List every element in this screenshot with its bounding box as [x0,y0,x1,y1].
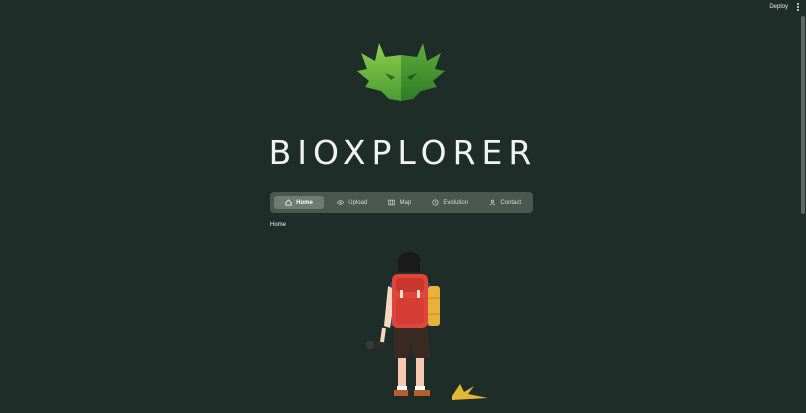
clock-icon [432,199,439,206]
hiker-illustration [366,251,488,400]
breadcrumb: Home [270,222,287,228]
nav-item-label: Map [399,199,412,206]
scrollbar[interactable] [801,16,805,214]
nav-item-label: Upload [348,199,368,206]
nav-item-label: Home [296,199,313,206]
nav-item-home[interactable]: Home [274,196,324,209]
map-icon [388,199,396,206]
top-toolbar: Deploy [769,0,806,14]
home-icon [285,199,292,206]
person-icon [489,199,496,206]
brand-title: BIOXPLORER [268,133,538,172]
nav-item-label: Contact [500,199,521,206]
bioxplorer-logo [357,43,445,101]
kebab-icon[interactable] [797,3,800,11]
deploy-button[interactable]: Deploy [769,4,788,10]
nav-item-map[interactable]: Map [380,196,419,209]
nav-item-contact[interactable]: Contact [481,196,529,209]
main-nav: Home Upload Map Evolution Contact [270,192,533,213]
eye-icon [337,199,344,206]
nav-item-evolution[interactable]: Evolution [424,196,476,209]
nav-item-upload[interactable]: Upload [329,196,375,209]
nav-item-label: Evolution [443,199,469,206]
